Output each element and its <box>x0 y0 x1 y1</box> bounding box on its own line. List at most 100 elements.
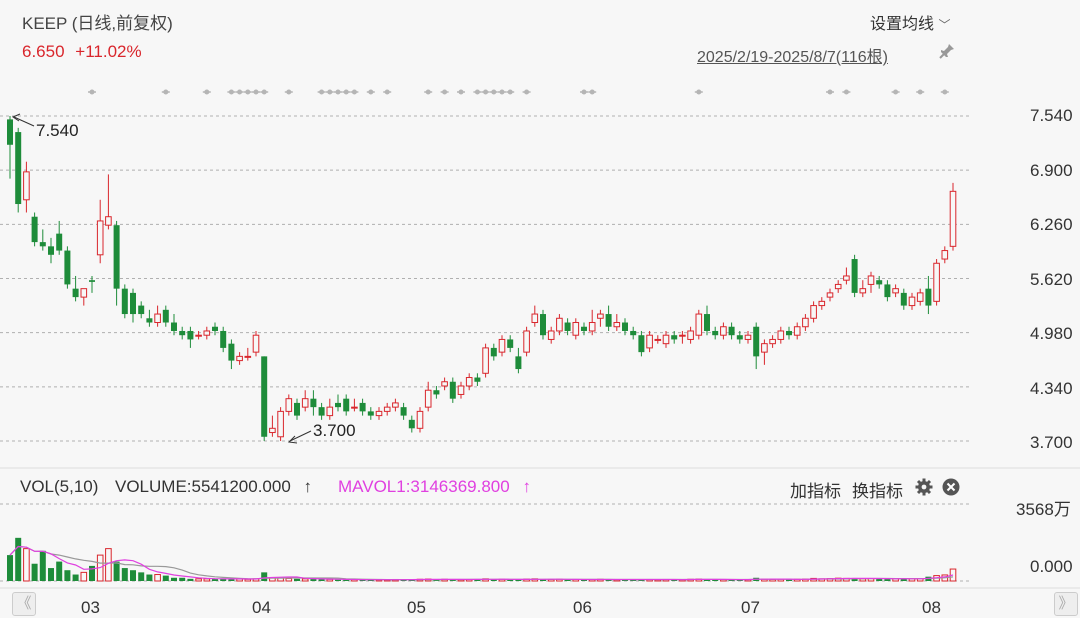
candle <box>720 322 727 340</box>
candle-body <box>622 322 628 331</box>
candle-body <box>515 356 522 370</box>
candle <box>228 339 235 370</box>
candle <box>474 373 481 386</box>
switch-indicator-button[interactable]: 换指标 <box>852 477 903 502</box>
candle-body <box>712 330 719 336</box>
price-tick: 6.900 <box>1030 161 1073 180</box>
candle <box>728 322 735 340</box>
candle-body <box>646 334 653 349</box>
event-marker <box>826 89 834 95</box>
change-percent: +11.02% <box>75 42 142 61</box>
candle <box>900 288 907 310</box>
candle-body <box>630 330 637 336</box>
candle <box>933 259 940 306</box>
candle <box>39 229 46 251</box>
volume-bars[interactable] <box>7 537 957 582</box>
candle-body <box>220 330 227 348</box>
candle <box>23 161 30 213</box>
volume-label: VOLUME:5541200.000 <box>115 477 291 496</box>
candle <box>654 335 662 344</box>
date-range[interactable]: 2025/2/19-2025/8/7(116根) <box>697 43 888 67</box>
candle-body <box>588 322 596 332</box>
candle <box>695 309 703 340</box>
candle <box>236 352 243 365</box>
candle-body <box>416 410 424 429</box>
candle <box>646 330 653 353</box>
high-arrow-head <box>11 113 21 122</box>
candle <box>261 356 268 441</box>
event-marker <box>916 89 925 95</box>
event-marker <box>334 89 342 95</box>
candle <box>310 390 317 416</box>
candle-body <box>884 284 891 298</box>
candle <box>769 335 776 348</box>
candle <box>343 394 350 416</box>
candle-body <box>179 330 186 336</box>
candle <box>507 335 514 353</box>
close-icon[interactable] <box>942 478 960 501</box>
event-marker <box>252 89 260 95</box>
event-markers[interactable] <box>88 89 949 95</box>
low-arrow-line <box>289 430 312 442</box>
candle <box>761 339 768 365</box>
candle-body <box>195 334 202 337</box>
candle <box>351 398 358 412</box>
candle <box>113 220 120 306</box>
vol-indicator-name: VOL(5,10) <box>20 477 99 496</box>
candle <box>851 254 858 298</box>
candle <box>424 381 432 412</box>
candle-body <box>802 317 809 328</box>
double-chevron-right-icon[interactable]: 》 <box>1054 592 1078 616</box>
candle-body <box>769 338 776 345</box>
double-chevron-left-icon[interactable]: 《 <box>12 592 36 616</box>
candle-body <box>383 406 391 412</box>
pin-icon[interactable] <box>938 42 956 65</box>
candlestick-chart[interactable] <box>0 0 1080 618</box>
volume-bar <box>154 574 161 582</box>
candle <box>392 398 399 412</box>
volume-bar <box>195 578 202 582</box>
candle <box>949 182 957 251</box>
candle-body <box>187 330 194 340</box>
price-tick: 6.260 <box>1030 215 1073 234</box>
candle <box>736 330 743 344</box>
event-marker <box>842 89 851 95</box>
add-indicator-button[interactable]: 加指标 <box>790 477 841 502</box>
event-marker <box>88 89 96 95</box>
candle <box>908 292 916 310</box>
candle <box>130 288 136 323</box>
candle <box>154 305 161 327</box>
volume-bar <box>162 575 169 581</box>
volume-bar <box>261 572 268 581</box>
candle <box>326 398 334 420</box>
volume-bar <box>64 570 71 581</box>
ma-setting-button[interactable]: 设置均线 ﹀ <box>870 10 950 34</box>
candle <box>7 116 13 179</box>
event-marker <box>424 89 433 95</box>
candle <box>162 305 169 327</box>
candle-body <box>843 275 850 281</box>
mavol1-value: MAVOL1:3146369.800 ↑ <box>338 477 531 497</box>
event-marker <box>498 89 506 95</box>
event-marker <box>522 89 531 95</box>
candle <box>547 326 555 344</box>
candle-body <box>777 330 785 340</box>
candle-body <box>474 377 481 382</box>
volume-bar <box>72 574 79 581</box>
candle <box>359 398 366 416</box>
candle-body <box>671 335 678 340</box>
ma-setting-label: 设置均线 <box>870 16 935 33</box>
volume-bar <box>130 570 136 581</box>
event-marker <box>202 89 211 95</box>
candle <box>138 301 145 319</box>
candle-body <box>867 275 875 285</box>
candle <box>884 280 891 302</box>
gear-icon[interactable] <box>915 478 933 501</box>
event-marker <box>891 89 900 95</box>
candle-body <box>744 334 752 340</box>
candle-body <box>359 402 366 412</box>
candle-body <box>540 314 546 336</box>
chart-title: KEEP (日线,前复权) <box>22 14 173 33</box>
candle-body <box>786 330 792 336</box>
event-marker <box>235 89 244 95</box>
